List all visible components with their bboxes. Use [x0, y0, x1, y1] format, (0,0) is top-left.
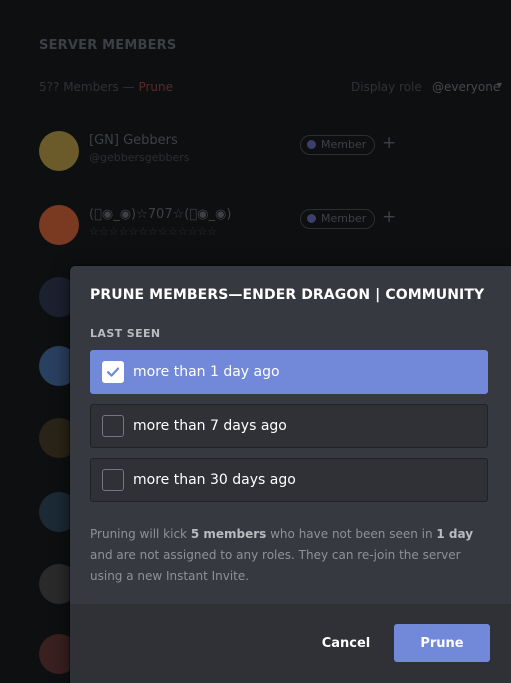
display-role-label: Display role — [351, 80, 422, 94]
prune-description: Pruning will kick 5 members who have not… — [90, 524, 490, 587]
role-chip-label: Member — [321, 138, 367, 151]
option-1-day[interactable]: more than 1 day ago — [90, 350, 488, 394]
option-label: more than 7 days ago — [133, 418, 287, 434]
last-seen-label: LAST SEEN — [90, 327, 161, 340]
period-highlight: 1 day — [436, 527, 474, 541]
member-tag: ☆☆☆☆☆☆☆☆☆☆☆☆☆ — [89, 225, 218, 238]
option-label: more than 30 days ago — [133, 472, 296, 488]
chevron-down-icon: ▾ — [497, 80, 503, 91]
description-text: who have not been seen in — [266, 527, 437, 541]
avatar — [39, 131, 79, 171]
option-7-days[interactable]: more than 7 days ago — [90, 404, 488, 448]
member-tag: @gebbersgebbers — [89, 151, 190, 164]
role-color-dot — [307, 140, 316, 149]
option-label: more than 1 day ago — [133, 364, 280, 380]
modal-footer: Cancel Prune — [70, 604, 511, 683]
member-count-highlight: 5 members — [190, 527, 267, 541]
page-title: SERVER MEMBERS — [39, 38, 177, 53]
role-filter-select[interactable]: @everyone — [432, 80, 500, 94]
prune-button[interactable]: Prune — [394, 624, 490, 662]
role-chip: Member — [300, 209, 376, 229]
checkmark-icon — [106, 367, 120, 377]
modal-title: PRUNE MEMBERS—ENDER DRAGON | COMMUNITY — [90, 287, 485, 303]
add-role-icon[interactable]: + — [382, 207, 396, 227]
member-row[interactable]: [GN] Gebbers @gebbersgebbers Member + — [39, 131, 499, 171]
member-count: 5?? Members — Prune — [39, 80, 173, 94]
option-30-days[interactable]: more than 30 days ago — [90, 458, 488, 502]
role-chip-label: Member — [321, 212, 367, 225]
description-text: Pruning will kick — [90, 527, 191, 541]
member-count-text: 5?? Members — — [39, 80, 135, 94]
add-role-icon[interactable]: + — [382, 133, 396, 153]
member-name: [GN] Gebbers — [89, 133, 178, 148]
checkbox[interactable] — [102, 361, 124, 383]
cancel-button[interactable]: Cancel — [298, 624, 394, 662]
member-name: (ﾟ◉_◉)☆707☆(ﾟ◉_◉) — [89, 207, 232, 222]
prune-members-modal: PRUNE MEMBERS—ENDER DRAGON | COMMUNITY L… — [70, 266, 511, 683]
member-row[interactable]: (ﾟ◉_◉)☆707☆(ﾟ◉_◉) ☆☆☆☆☆☆☆☆☆☆☆☆☆ Member + — [39, 205, 499, 245]
prune-link[interactable]: Prune — [138, 80, 173, 94]
checkbox[interactable] — [102, 415, 124, 437]
description-text: and are not assigned to any roles. They … — [90, 548, 461, 583]
role-chip: Member — [300, 135, 376, 155]
avatar — [39, 205, 79, 245]
checkbox[interactable] — [102, 469, 124, 491]
role-color-dot — [307, 214, 316, 223]
